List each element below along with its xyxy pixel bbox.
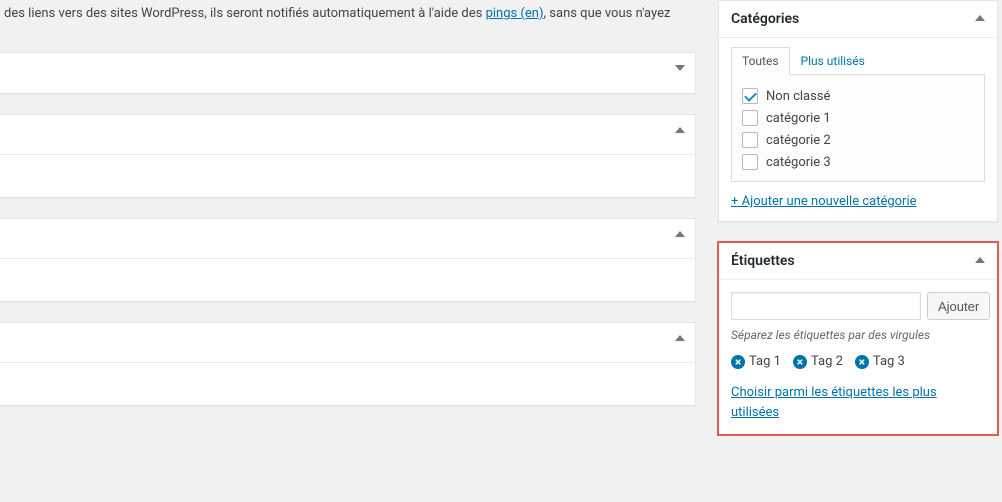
categories-panel: Catégories Toutes Plus utilisés Non clas… [718, 0, 998, 222]
category-label: catégorie 2 [766, 133, 831, 148]
chevron-down-icon [675, 65, 685, 71]
chevron-up-icon [975, 257, 985, 263]
category-label: catégorie 3 [766, 155, 831, 170]
chevron-up-icon [675, 127, 685, 133]
metabox-expanded-2 [0, 218, 696, 302]
metabox-header[interactable] [0, 53, 695, 93]
tag-chip: Tag 2 [793, 354, 843, 369]
tag-label: Tag 3 [873, 354, 905, 369]
ping-description: des liens vers des sites WordPress, ils … [0, 0, 697, 24]
tab-all-categories[interactable]: Toutes [731, 47, 790, 75]
choose-popular-tags-link[interactable]: Choisir parmi les étiquettes les plus ut… [731, 383, 985, 422]
category-item[interactable]: catégorie 2 [742, 129, 974, 151]
add-tag-button[interactable]: Ajouter [927, 292, 990, 320]
categories-panel-body: Toutes Plus utilisés Non classé catégori… [719, 46, 997, 221]
tag-label: Tag 1 [749, 354, 781, 369]
chevron-up-icon [675, 231, 685, 237]
metabox-header[interactable] [0, 323, 695, 363]
tags-panel-body: Ajouter Séparez les étiquettes par des v… [719, 292, 997, 434]
category-label: catégorie 1 [766, 111, 831, 126]
categories-title: Catégories [731, 11, 799, 27]
metabox-expanded-1 [0, 114, 696, 198]
metabox-expanded-3 [0, 322, 696, 406]
tag-label: Tag 2 [811, 354, 843, 369]
tag-input[interactable] [731, 292, 921, 320]
checkbox-icon[interactable] [742, 132, 758, 148]
remove-tag-icon[interactable] [731, 355, 745, 369]
tags-hint: Séparez les étiquettes par des virgules [731, 328, 985, 342]
category-tabs: Toutes Plus utilisés [731, 46, 985, 75]
ping-text-after: , sans que vous n'ayez [544, 6, 671, 21]
main-content: des liens vers des sites WordPress, ils … [0, 0, 697, 502]
tags-title: Étiquettes [731, 253, 795, 269]
category-item[interactable]: Non classé [742, 85, 974, 107]
sidebar: Catégories Toutes Plus utilisés Non clas… [718, 0, 998, 455]
checkbox-icon[interactable] [742, 88, 758, 104]
tab-most-used-categories[interactable]: Plus utilisés [790, 47, 876, 75]
metabox-header[interactable] [0, 115, 695, 155]
chevron-up-icon [675, 335, 685, 341]
category-list: Non classé catégorie 1 catégorie 2 catég… [731, 75, 985, 182]
tag-input-row: Ajouter [731, 292, 985, 320]
tags-panel-header[interactable]: Étiquettes [719, 243, 997, 280]
metabox-header[interactable] [0, 219, 695, 259]
checkbox-icon[interactable] [742, 110, 758, 126]
metabox-collapsed-1 [0, 52, 696, 94]
remove-tag-icon[interactable] [855, 355, 869, 369]
remove-tag-icon[interactable] [793, 355, 807, 369]
add-category-link[interactable]: + Ajouter une nouvelle catégorie [731, 194, 985, 209]
tag-chip: Tag 3 [855, 354, 905, 369]
current-tags: Tag 1 Tag 2 Tag 3 [731, 354, 985, 369]
category-label: Non classé [766, 89, 830, 104]
ping-text-before: des liens vers des sites WordPress, ils … [4, 6, 486, 21]
tags-panel: Étiquettes Ajouter Séparez les étiquette… [718, 242, 998, 435]
categories-panel-header[interactable]: Catégories [719, 1, 997, 38]
chevron-up-icon [975, 15, 985, 21]
pings-link[interactable]: pings (en) [486, 6, 544, 21]
category-item[interactable]: catégorie 1 [742, 107, 974, 129]
tag-chip: Tag 1 [731, 354, 781, 369]
category-item[interactable]: catégorie 3 [742, 151, 974, 173]
checkbox-icon[interactable] [742, 154, 758, 170]
